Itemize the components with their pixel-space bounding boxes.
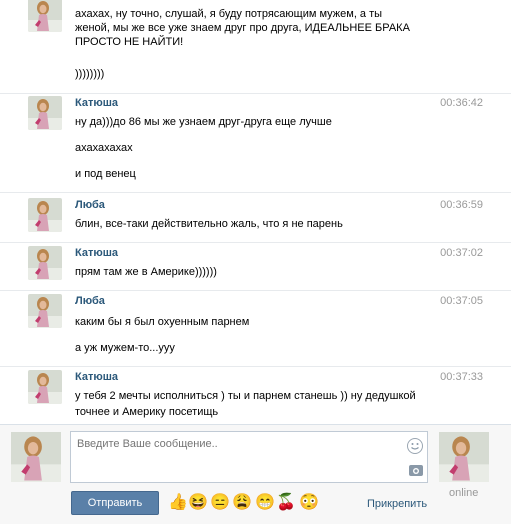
sender-avatar[interactable] — [28, 370, 62, 404]
sender-avatar[interactable] — [28, 0, 62, 32]
message-text: блин, все-таки действительно жаль, что я… — [75, 218, 343, 230]
message-input-box[interactable] — [70, 431, 428, 483]
message-time: 00:36:42 — [440, 97, 483, 109]
grinning-face-icon[interactable]: 😁 — [255, 493, 275, 512]
message-group: Катюша 00:36:42 ну да)))до 86 мы же узна… — [0, 93, 511, 193]
message-text: каким бы я был охуенным парнем — [75, 316, 250, 328]
message-text: )))))))) — [75, 68, 105, 80]
cherries-icon[interactable]: 🍒 — [276, 493, 296, 512]
sender-avatar[interactable] — [28, 198, 62, 232]
message-time: 00:37:33 — [440, 371, 483, 383]
message-text: ахахахахах — [75, 142, 133, 154]
my-avatar[interactable] — [11, 432, 61, 482]
sender-name[interactable]: Катюша — [75, 97, 118, 109]
message-time: 00:36:59 — [440, 199, 483, 211]
message-text: ахахах, ну точно, слушай, я буду потряса… — [75, 8, 383, 20]
thumbs-up-icon[interactable]: 👍 — [168, 493, 188, 512]
expressionless-face-icon[interactable]: 😑 — [210, 493, 230, 512]
chat-history: ахахах, ну точно, слушай, я буду потряса… — [0, 0, 511, 424]
message-group: Катюша 00:37:33 у тебя 2 мечты исполнить… — [0, 366, 511, 424]
message-text: а уж мужем-то...ууу — [75, 342, 175, 354]
message-text: ПРОСТО НЕ НАЙТИ! — [75, 36, 184, 48]
message-text: ну да)))до 86 мы же узнаем друг-друга ещ… — [75, 116, 332, 128]
message-time: 00:37:02 — [440, 247, 483, 259]
message-text: женой, мы же все уже знаем друг про друг… — [75, 22, 410, 34]
laughing-face-icon[interactable]: 😆 — [188, 493, 208, 512]
message-group: ахахах, ну точно, слушай, я буду потряса… — [0, 0, 511, 94]
sender-name[interactable]: Катюша — [75, 247, 118, 259]
message-input[interactable] — [71, 432, 401, 482]
message-group: Люба 00:36:59 блин, все-таки действитель… — [0, 192, 511, 243]
flushed-face-icon[interactable]: 😳 — [299, 493, 319, 512]
smile-icon[interactable] — [407, 438, 423, 454]
weary-face-icon[interactable]: 😩 — [232, 493, 252, 512]
sender-name[interactable]: Люба — [75, 295, 105, 307]
sender-avatar[interactable] — [28, 96, 62, 130]
camera-icon[interactable] — [409, 465, 423, 476]
message-group: Катюша 00:37:02 прям там же в Америке)))… — [0, 242, 511, 291]
message-text: прям там же в Америке)))))) — [75, 266, 217, 278]
peer-avatar[interactable] — [439, 432, 489, 482]
message-text: точнее и Америку посетищь — [75, 406, 219, 418]
message-time: 00:37:05 — [440, 295, 483, 307]
online-status: online — [449, 487, 479, 499]
sender-name[interactable]: Катюша — [75, 371, 118, 383]
message-group: Люба 00:37:05 каким бы я был охуенным па… — [0, 290, 511, 367]
send-button[interactable]: Отправить — [71, 491, 159, 515]
message-text: и под венец — [75, 168, 136, 180]
sender-avatar[interactable] — [28, 294, 62, 328]
message-text: у тебя 2 мечты исполниться ) ты и парнем… — [75, 390, 416, 402]
attach-link[interactable]: Прикрепить — [367, 498, 427, 510]
message-composer: Отправить 👍 😆 😑 😩 😁 🍒 😳 Прикрепить onlin… — [0, 424, 511, 524]
sender-avatar[interactable] — [28, 246, 62, 280]
sender-name[interactable]: Люба — [75, 199, 105, 211]
